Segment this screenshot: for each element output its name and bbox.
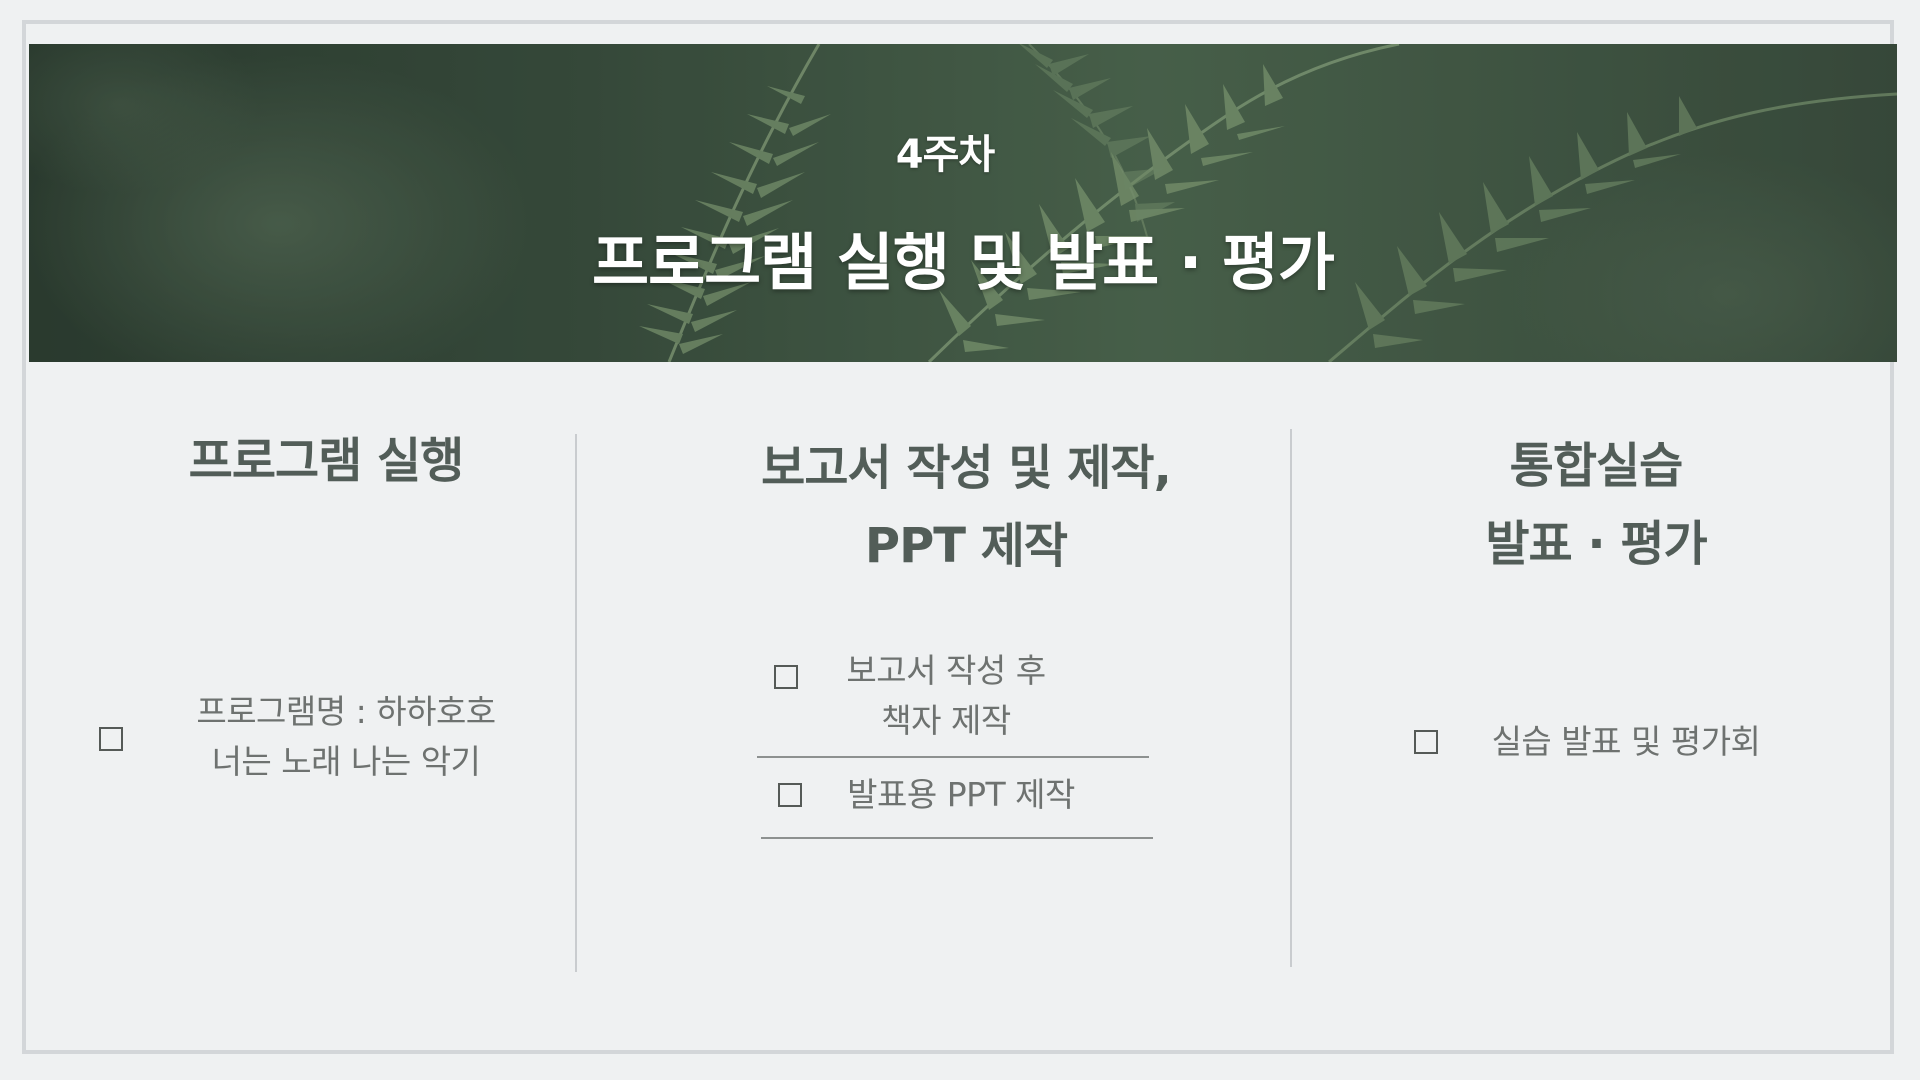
list-item-line: 프로그램명 : 하하호호: [196, 692, 496, 731]
checkbox[interactable]: [774, 665, 798, 689]
list-item-line: 책자 제작: [881, 701, 1011, 740]
list-item: 실습 발표 및 평가회: [1466, 717, 1786, 767]
item-separator: [761, 837, 1153, 839]
list-item-line: 너는 노래 나는 악기: [211, 742, 481, 781]
column-1-title: 프로그램 실행: [86, 422, 566, 500]
column-1-title-line: 프로그램 실행: [188, 433, 465, 489]
banner-title: 프로그램 실행 및 발표 · 평가: [592, 226, 1335, 299]
column-3-title-line: 통합실습: [1509, 438, 1684, 494]
item-separator: [757, 756, 1149, 758]
fern-background-image: [29, 44, 1897, 362]
list-item-line: 발표용 PPT 제작: [847, 775, 1075, 814]
list-item: 보고서 작성 후 책자 제작: [826, 646, 1066, 746]
checkbox[interactable]: [778, 783, 802, 807]
checkbox[interactable]: [99, 727, 123, 751]
column-divider: [1290, 429, 1292, 967]
slide: 4주차 프로그램 실행 및 발표 · 평가 프로그램 실행 프로그램명 : 하하…: [22, 20, 1897, 1054]
list-item-line: 보고서 작성 후: [846, 651, 1046, 690]
column-2-title-line: 보고서 작성 및 제작,: [761, 440, 1172, 496]
list-item-line: 실습 발표 및 평가회: [1491, 722, 1761, 761]
column-2-title: 보고서 작성 및 제작, PPT 제작: [706, 429, 1226, 585]
column-3-title: 통합실습 발표 · 평가: [1386, 427, 1806, 583]
column-divider: [575, 434, 577, 972]
list-item: 프로그램명 : 하하호호 너는 노래 나는 악기: [146, 687, 546, 787]
column-3-title-line: 발표 · 평가: [1485, 516, 1707, 572]
column-2-title-line: PPT 제작: [864, 518, 1068, 574]
list-item: 발표용 PPT 제작: [846, 770, 1076, 820]
checkbox[interactable]: [1414, 730, 1438, 754]
header-banner: 4주차 프로그램 실행 및 발표 · 평가: [29, 44, 1897, 362]
week-label: 4주차: [895, 132, 995, 178]
